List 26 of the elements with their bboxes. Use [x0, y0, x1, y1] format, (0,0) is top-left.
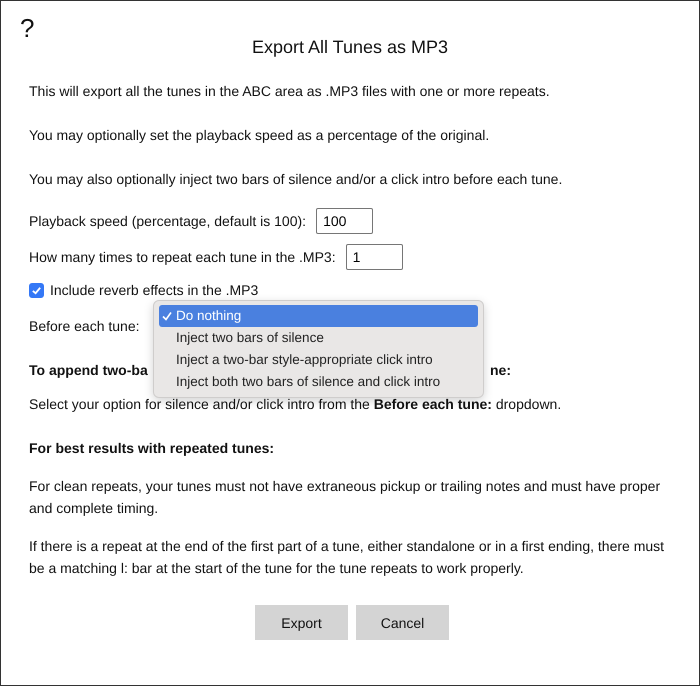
section-heading: ne: — [490, 362, 511, 379]
check-icon — [31, 284, 42, 296]
input-field[interactable]: 100 — [316, 208, 374, 234]
intro-text: This will export all the tunes in the ABC area as .MP3 files with one or more repeats. — [29, 82, 551, 101]
menu-item[interactable]: Do nothing — [159, 305, 478, 327]
cancel-button[interactable]: Cancel — [356, 605, 449, 640]
note-text: If there is a repeat at the end of the first part of a tune, either standalone or in a first ending, there must be a matching l: bar at the start of the tune for the tune repeats to work properly. — [29, 537, 666, 578]
export-button[interactable]: Export — [255, 605, 348, 640]
intro-text: You may optionally set the playback speed as a percentage of the original. — [29, 126, 490, 145]
field-label: How many times to repeat each tune in the .MP3: — [29, 249, 336, 265]
intro-text: You may also optionally inject two bars of silence and/or a click intro before each tune. — [29, 170, 564, 189]
dialog-title: Export All Tunes as MP3 — [250, 37, 450, 59]
check-icon — [162, 311, 172, 321]
section-heading: For best results with repeated tunes: — [29, 439, 276, 458]
input-field[interactable]: 1 — [346, 244, 403, 270]
menu-item[interactable]: Inject both two bars of silence and click intro — [159, 371, 478, 393]
checkbox[interactable] — [29, 282, 44, 298]
menu-item[interactable]: Inject a two-bar style-appropriate click intro — [159, 349, 478, 371]
field-label: Playback speed (percentage, default is 100): — [29, 213, 306, 229]
checkbox-label: Include reverb effects in the .MP3 — [50, 282, 258, 298]
section-heading: To append two-ba — [29, 362, 148, 379]
note-text: For clean repeats, your tunes must not have extraneous pickup or trailing notes and must have proper and complete timing. — [29, 477, 662, 518]
field-label: Before each tune: — [29, 318, 140, 334]
help-icon[interactable]: ? — [20, 15, 34, 41]
instruction-text: Select your option for silence and/or click intro from the Before each tune: dropdown. — [29, 395, 562, 414]
menu-item[interactable]: Inject two bars of silence — [159, 327, 478, 349]
